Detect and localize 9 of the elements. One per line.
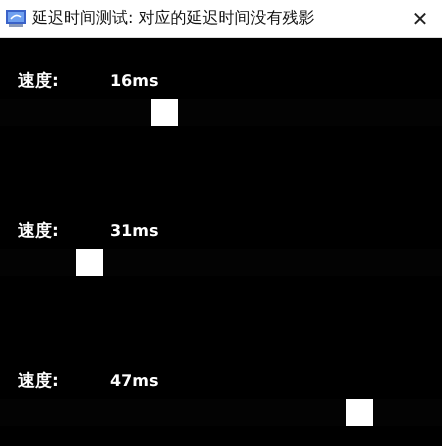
speed-label: 速度: [18, 370, 60, 392]
speed-label: 速度: [18, 70, 60, 92]
monitor-icon [6, 10, 26, 27]
close-button[interactable]: ✕ [398, 0, 442, 38]
speed-reading: 31ms [110, 220, 158, 240]
speed-label: 速度: [18, 220, 60, 242]
speed-reading: 47ms [110, 370, 158, 390]
window-title: 延迟时间测试: 对应的延迟时间没有残影 [32, 8, 316, 29]
speed-reading: 16ms [110, 70, 158, 90]
